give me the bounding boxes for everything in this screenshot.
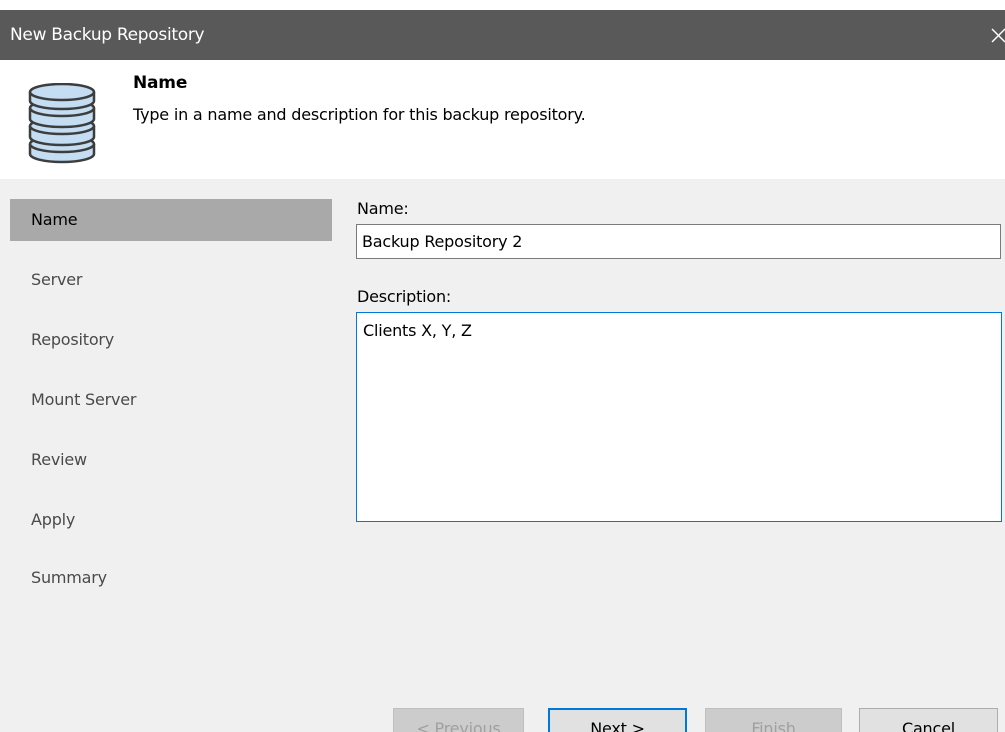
wizard-steps-sidebar: Name Server Repository Mount Server Revi… <box>0 179 332 660</box>
close-button[interactable] <box>985 10 1005 60</box>
wizard-header: Name Type in a name and description for … <box>0 60 1005 172</box>
sidebar-item-server[interactable]: Server <box>10 259 332 301</box>
step-title: Name <box>133 73 188 93</box>
title-bar: New Backup Repository <box>0 10 1005 60</box>
close-icon <box>991 28 1005 43</box>
sidebar-item-mount-server[interactable]: Mount Server <box>10 379 332 421</box>
name-input[interactable] <box>356 224 1001 259</box>
sidebar-item-review[interactable]: Review <box>10 439 332 481</box>
step-description: Type in a name and description for this … <box>133 105 586 124</box>
name-label: Name: <box>357 199 409 218</box>
description-label: Description: <box>357 287 452 306</box>
finish-button[interactable]: Finish <box>705 708 842 732</box>
cancel-button[interactable]: Cancel <box>859 708 998 732</box>
step-content: Name: Description: Clients X, Y, Z <box>332 179 1005 660</box>
next-button[interactable]: Next > <box>548 708 687 732</box>
sidebar-item-summary[interactable]: Summary <box>10 557 332 599</box>
sidebar-item-repository[interactable]: Repository <box>10 319 332 361</box>
window-title: New Backup Repository <box>10 25 205 45</box>
database-icon <box>28 83 96 164</box>
dialog-window: New Backup Repository Name Type in a nam… <box>0 0 1005 732</box>
sidebar-item-apply[interactable]: Apply <box>10 499 332 541</box>
previous-button[interactable]: < Previous <box>393 708 524 732</box>
description-input[interactable]: Clients X, Y, Z <box>356 312 1002 522</box>
sidebar-item-name[interactable]: Name <box>10 199 332 241</box>
